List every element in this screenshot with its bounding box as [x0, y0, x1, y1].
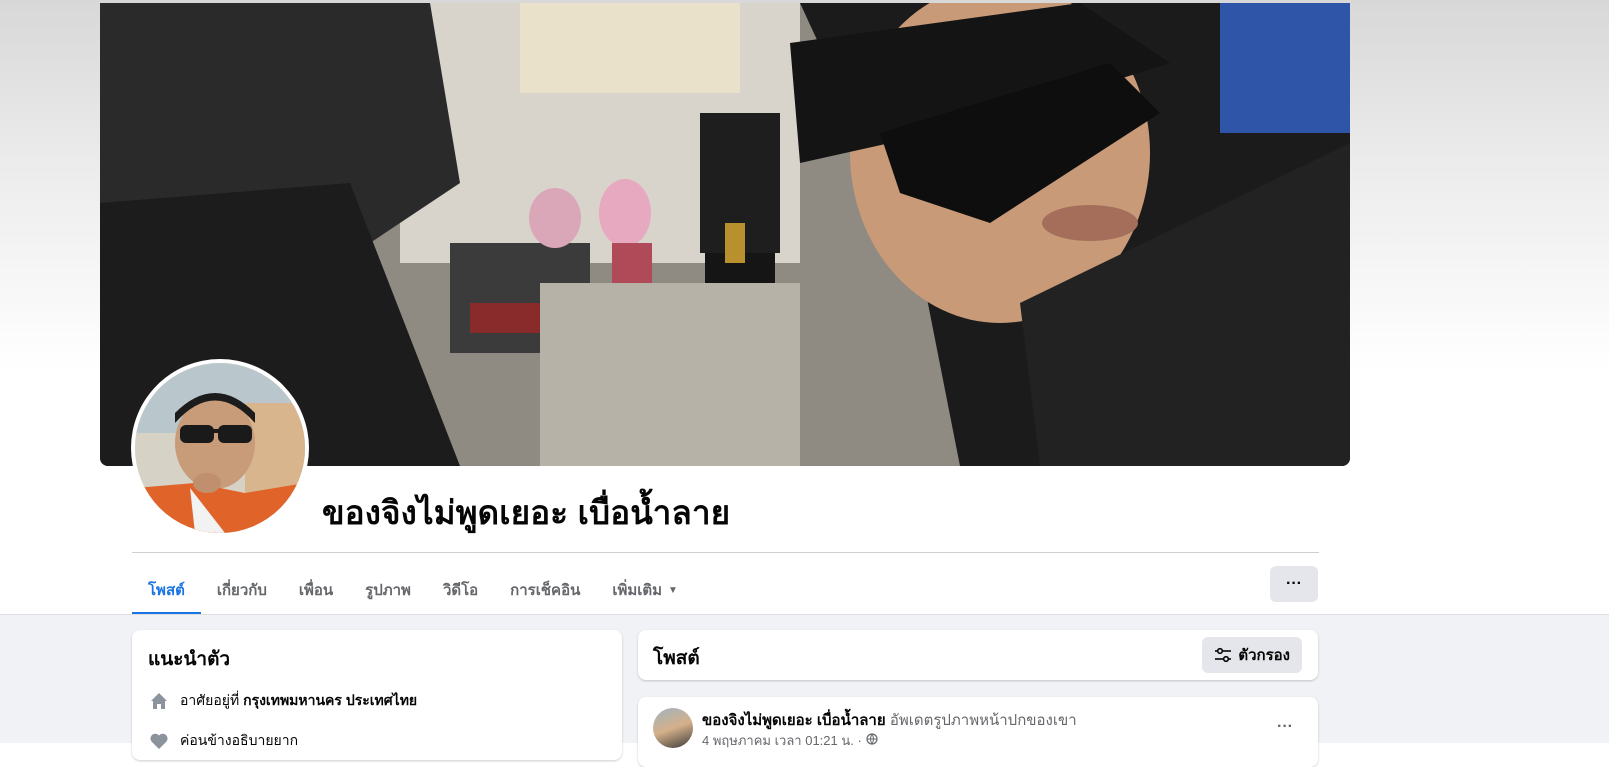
post-header: ของจิงไม่พูดเยอะ เบื่อน้ำลาย อัพเดตรูปภา… — [702, 708, 1077, 732]
intro-lives-row: อาศัยอยู่ที่ กรุงเทพมหานคร ประเทศไทย — [148, 690, 417, 712]
posts-title: โพสต์ — [653, 648, 700, 669]
profile-more-button[interactable]: ··· — [1270, 566, 1318, 602]
posts-header-card: โพสต์ ตัวกรอง — [638, 630, 1318, 680]
heart-icon — [148, 731, 170, 751]
post-menu-button[interactable]: ··· — [1270, 712, 1300, 742]
tab-more-label: เพิ่มเติม — [612, 582, 663, 599]
post-author[interactable]: ของจิงไม่พูดเยอะ เบื่อน้ำลาย — [702, 712, 886, 729]
more-dots-icon: ··· — [1286, 575, 1302, 592]
filter-button[interactable]: ตัวกรอง — [1202, 637, 1302, 673]
home-icon — [148, 691, 170, 711]
tab-checkins-label: การเช็คอิน — [510, 582, 581, 599]
post-menu-dots-icon: ··· — [1277, 718, 1293, 735]
tab-photos[interactable]: รูปภาพ — [349, 566, 427, 614]
filter-label: ตัวกรอง — [1238, 647, 1290, 664]
post-timestamp[interactable]: 4 พฤษภาคม เวลา 01:21 น. · — [702, 730, 862, 751]
profile-name: ของจิงไม่พูดเยอะ เบื่อน้ำลาย — [322, 494, 731, 531]
profile-picture-frame[interactable] — [131, 359, 309, 537]
intro-relationship-row: ค่อนข้างอธิบายยาก — [148, 730, 298, 752]
globe-icon — [866, 733, 878, 748]
intro-relationship: ค่อนข้างอธิบายยาก — [180, 732, 299, 748]
tab-more[interactable]: เพิ่มเติม ▼ — [596, 566, 694, 614]
tab-friends-label: เพื่อน — [298, 582, 334, 599]
tab-videos-label: วิดีโอ — [442, 582, 479, 599]
tab-posts-label: โพสต์ — [148, 582, 185, 599]
tab-about[interactable]: เกี่ยวกับ — [201, 566, 283, 614]
filter-icon — [1215, 647, 1232, 663]
post-author-avatar[interactable] — [653, 708, 693, 748]
tab-about-label: เกี่ยวกับ — [216, 582, 267, 599]
tab-posts[interactable]: โพสต์ — [132, 566, 201, 615]
tab-videos[interactable]: วิดีโอ — [427, 566, 494, 614]
tabs-divider — [132, 552, 1319, 553]
tab-friends[interactable]: เพื่อน — [283, 566, 349, 614]
profile-picture-image — [135, 363, 305, 533]
profile-picture[interactable] — [135, 363, 305, 533]
profile-tabs: โพสต์ เกี่ยวกับ เพื่อน รูปภาพ วิดีโอ การ… — [132, 566, 694, 615]
intro-lives-place[interactable]: กรุงเทพมหานคร ประเทศไทย — [243, 690, 417, 712]
tab-checkins[interactable]: การเช็คอิน — [494, 566, 596, 614]
intro-title: แนะนำตัว — [148, 649, 231, 670]
tab-photos-label: รูปภาพ — [365, 582, 411, 599]
intro-card: แนะนำตัว อาศัยอยู่ที่ กรุงเทพมหานคร ประเ… — [132, 630, 622, 760]
post-meta: 4 พฤษภาคม เวลา 01:21 น. · — [702, 730, 878, 751]
post-card: ของจิงไม่พูดเยอะ เบื่อน้ำลาย อัพเดตรูปภา… — [638, 697, 1318, 767]
caret-down-icon: ▼ — [668, 584, 678, 596]
intro-lives-prefix: อาศัยอยู่ที่ — [180, 692, 240, 708]
post-action: อัพเดตรูปภาพหน้าปกของเขา — [889, 712, 1077, 729]
